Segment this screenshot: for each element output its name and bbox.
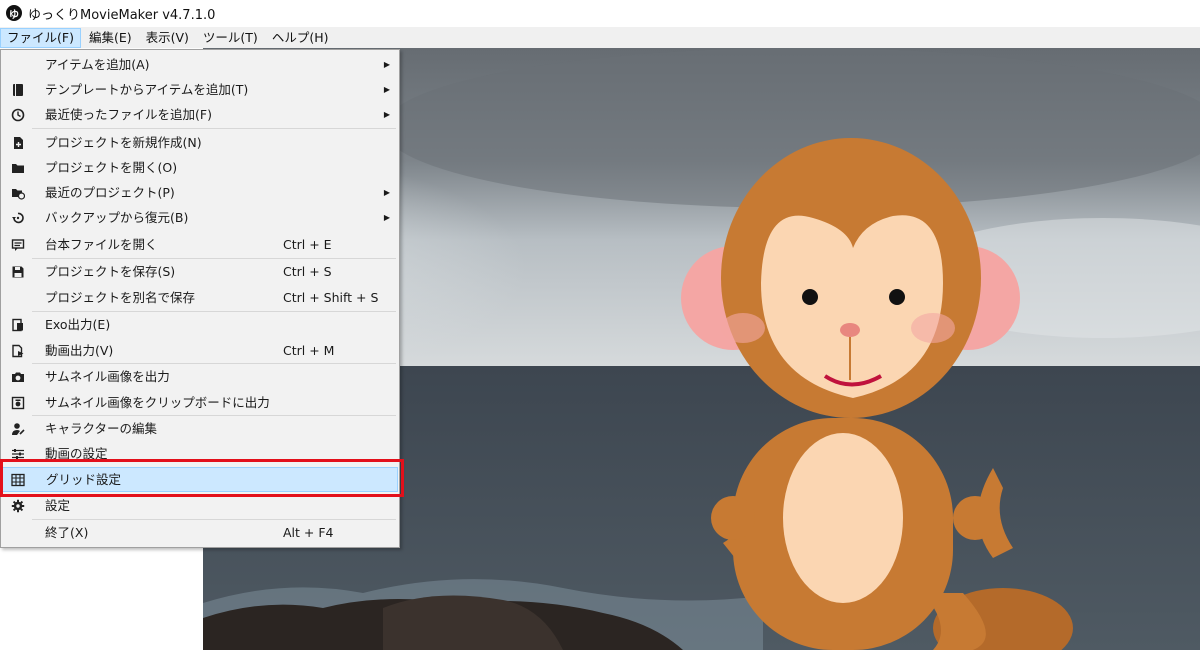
new-file-icon xyxy=(10,135,26,151)
menu-item-label: サムネイル画像を出力 xyxy=(45,369,170,384)
recent-folder-icon xyxy=(10,185,26,201)
menu-edit[interactable]: 編集(E) xyxy=(83,28,138,48)
menu-item-label: キャラクターの編集 xyxy=(45,421,158,436)
title-bar: ゆ ゆっくりMovieMaker v4.7.1.0 xyxy=(0,0,1200,26)
menu-item-label: 最近のプロジェクト(P) xyxy=(45,185,175,200)
submenu-arrow-icon: ▶ xyxy=(383,188,390,197)
camera-clipboard-icon xyxy=(10,395,26,411)
app-icon: ゆ xyxy=(6,5,22,21)
menu-item-label: サムネイル画像をクリップボードに出力 xyxy=(45,395,270,410)
menu-item-open-script[interactable]: 台本ファイルを開く Ctrl + E xyxy=(2,232,398,257)
menu-item-label: プロジェクトを新規作成(N) xyxy=(45,135,202,150)
menu-item-add-recent-file[interactable]: 最近使ったファイルを追加(F) ▶ xyxy=(2,102,398,127)
menu-separator xyxy=(32,128,396,129)
menu-item-label: テンプレートからアイテムを追加(T) xyxy=(45,82,249,97)
menu-item-label: プロジェクトを保存(S) xyxy=(45,264,176,279)
menu-item-edit-characters[interactable]: キャラクターの編集 xyxy=(2,416,398,441)
menu-view[interactable]: 表示(V) xyxy=(140,28,195,48)
menu-item-label: 動画出力(V) xyxy=(45,343,114,358)
character-edit-icon xyxy=(10,421,26,437)
menu-item-save-as[interactable]: プロジェクトを別名で保存 Ctrl + Shift + S xyxy=(2,285,398,310)
menu-item-restore-backup[interactable]: バックアップから復元(B) ▶ xyxy=(2,205,398,230)
shortcut-label: Ctrl + M xyxy=(283,343,335,358)
highlight-annotation-box xyxy=(0,459,404,497)
clock-icon xyxy=(10,107,26,123)
menu-item-video-export[interactable]: 動画出力(V) Ctrl + M xyxy=(2,338,398,363)
shortcut-label: Ctrl + Shift + S xyxy=(283,290,379,305)
menu-item-label: バックアップから復元(B) xyxy=(45,210,189,225)
shortcut-label: Ctrl + S xyxy=(283,264,332,279)
window-title: ゆっくりMovieMaker v4.7.1.0 xyxy=(28,7,216,23)
video-export-icon xyxy=(10,343,26,359)
menu-item-add-item[interactable]: アイテムを追加(A) ▶ xyxy=(2,52,398,77)
menu-item-label: 最近使ったファイルを追加(F) xyxy=(45,107,212,122)
menu-item-recent-projects[interactable]: 最近のプロジェクト(P) ▶ xyxy=(2,180,398,205)
submenu-arrow-icon: ▶ xyxy=(383,213,390,222)
script-icon xyxy=(10,237,26,253)
shortcut-label: Ctrl + E xyxy=(283,237,332,252)
menu-tools[interactable]: ツール(T) xyxy=(197,28,264,48)
submenu-arrow-icon: ▶ xyxy=(383,110,390,119)
gear-icon xyxy=(10,498,26,514)
menu-item-exo-export[interactable]: Exo出力(E) xyxy=(2,312,398,337)
menu-item-new-project[interactable]: プロジェクトを新規作成(N) xyxy=(2,130,398,155)
shortcut-label: Alt + F4 xyxy=(283,525,334,540)
camera-icon xyxy=(10,369,26,385)
menu-bar: ファイル(F) 編集(E) 表示(V) ツール(T) ヘルプ(H) xyxy=(0,27,1200,48)
menu-item-exit[interactable]: 終了(X) Alt + F4 xyxy=(2,520,398,545)
menu-item-save-project[interactable]: プロジェクトを保存(S) Ctrl + S xyxy=(2,259,398,284)
submenu-arrow-icon: ▶ xyxy=(383,60,390,69)
menu-item-open-project[interactable]: プロジェクトを開く(O) xyxy=(2,155,398,180)
menu-item-add-from-template[interactable]: テンプレートからアイテムを追加(T) ▶ xyxy=(2,77,398,102)
submenu-arrow-icon: ▶ xyxy=(383,85,390,94)
menu-item-label: 終了(X) xyxy=(45,525,89,540)
menu-file[interactable]: ファイル(F) xyxy=(0,27,81,48)
book-icon xyxy=(10,82,26,98)
menu-item-label: プロジェクトを開く(O) xyxy=(45,160,178,175)
menu-item-label: Exo出力(E) xyxy=(45,317,111,332)
exo-export-icon xyxy=(10,317,26,333)
folder-icon xyxy=(10,160,26,176)
menu-item-export-thumbnail[interactable]: サムネイル画像を出力 xyxy=(2,364,398,389)
menu-item-thumbnail-to-clipboard[interactable]: サムネイル画像をクリップボードに出力 xyxy=(2,390,398,415)
menu-help[interactable]: ヘルプ(H) xyxy=(266,28,335,48)
menu-item-label: プロジェクトを別名で保存 xyxy=(45,290,196,305)
save-icon xyxy=(10,264,26,280)
menu-item-label: アイテムを追加(A) xyxy=(45,57,150,72)
restore-icon xyxy=(10,210,26,226)
menu-item-label: 台本ファイルを開く xyxy=(45,237,158,252)
